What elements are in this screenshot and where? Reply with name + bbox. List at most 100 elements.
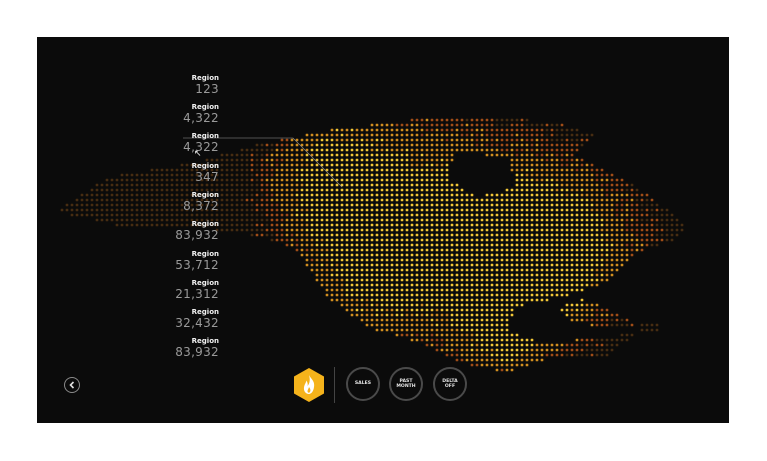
- map-dot: [510, 358, 514, 362]
- map-dot: [495, 123, 499, 127]
- map-dot: [345, 238, 349, 242]
- map-dot: [280, 223, 284, 227]
- map-dot: [135, 188, 139, 192]
- map-dot: [615, 198, 619, 202]
- region-item[interactable]: Region 83,932: [175, 337, 219, 358]
- map-dot: [425, 308, 429, 312]
- map-dot: [550, 163, 554, 167]
- map-dot: [555, 208, 559, 212]
- map-dot: [505, 203, 509, 207]
- map-dot: [530, 193, 534, 197]
- map-dot: [525, 143, 529, 147]
- map-dot: [580, 178, 584, 182]
- map-dot: [335, 233, 339, 237]
- fire-mode-button[interactable]: [293, 367, 325, 403]
- map-dot: [510, 313, 514, 317]
- map-dot: [445, 288, 449, 292]
- region-item[interactable]: Region 53,712: [175, 250, 219, 271]
- map-dot: [315, 143, 319, 147]
- map-dot: [390, 153, 394, 157]
- map-dot: [380, 258, 384, 262]
- map-dot: [545, 228, 549, 232]
- map-dot: [265, 213, 269, 217]
- map-dot: [395, 233, 399, 237]
- map-dot: [355, 253, 359, 257]
- sales-button[interactable]: SALES: [346, 367, 380, 401]
- map-dot: [150, 193, 154, 197]
- map-dot: [350, 218, 354, 222]
- map-dot: [125, 183, 129, 187]
- map-dot: [270, 203, 274, 207]
- map-dot: [560, 248, 564, 252]
- region-item[interactable]: Region 123: [192, 74, 219, 95]
- map-dot: [540, 228, 544, 232]
- map-dot: [555, 178, 559, 182]
- map-dot: [365, 308, 369, 312]
- delta-off-button[interactable]: DELTA OFF: [433, 367, 467, 401]
- map-dot: [605, 273, 609, 277]
- map-dot: [355, 148, 359, 152]
- past-month-button[interactable]: PAST MONTH: [389, 367, 423, 401]
- map-dot: [210, 183, 214, 187]
- map-dot: [535, 208, 539, 212]
- map-dot: [545, 243, 549, 247]
- map-dot: [485, 243, 489, 247]
- map-dot: [265, 188, 269, 192]
- map-dot: [455, 278, 459, 282]
- map-dot: [375, 298, 379, 302]
- map-dot: [345, 183, 349, 187]
- map-dot: [150, 188, 154, 192]
- map-dot: [320, 218, 324, 222]
- map-dot: [455, 198, 459, 202]
- map-dot: [130, 223, 134, 227]
- map-dot: [360, 143, 364, 147]
- map-dot: [430, 283, 434, 287]
- map-dot: [520, 353, 524, 357]
- map-dot: [520, 223, 524, 227]
- map-dot: [170, 178, 174, 182]
- map-dot: [595, 223, 599, 227]
- map-dot: [535, 218, 539, 222]
- map-dot: [245, 193, 249, 197]
- map-dot: [330, 138, 334, 142]
- map-dot: [520, 238, 524, 242]
- map-dot: [550, 273, 554, 277]
- map-dot: [220, 158, 224, 162]
- map-dot: [360, 308, 364, 312]
- back-button[interactable]: [64, 377, 80, 393]
- region-item[interactable]: Region 4,322: [183, 103, 219, 124]
- map-dot: [420, 138, 424, 142]
- map-dot: [395, 263, 399, 267]
- map-dot: [430, 318, 434, 322]
- map-dot: [385, 243, 389, 247]
- map-dot: [510, 363, 514, 367]
- map-dot: [225, 163, 229, 167]
- map-dot: [560, 228, 564, 232]
- map-dot: [390, 313, 394, 317]
- region-item[interactable]: Region 8,372: [183, 191, 219, 212]
- map-dot: [385, 258, 389, 262]
- map-dot: [350, 153, 354, 157]
- map-dot: [555, 348, 559, 352]
- map-dot: [510, 208, 514, 212]
- map-dot: [575, 173, 579, 177]
- map-dot: [95, 203, 99, 207]
- map-dot: [385, 213, 389, 217]
- map-dot: [485, 323, 489, 327]
- map-dot: [465, 198, 469, 202]
- region-item[interactable]: Region 347: [192, 162, 219, 183]
- map-dot: [485, 208, 489, 212]
- region-item[interactable]: Region 21,312: [175, 279, 219, 300]
- map-dot: [315, 198, 319, 202]
- map-dot: [345, 213, 349, 217]
- map-dot: [315, 213, 319, 217]
- region-item[interactable]: Region 83,932: [175, 220, 219, 241]
- region-item[interactable]: Region 32,432: [175, 308, 219, 329]
- chevron-left-icon: [69, 381, 75, 389]
- map-dot: [425, 278, 429, 282]
- map-dot: [415, 233, 419, 237]
- map-dot: [475, 328, 479, 332]
- map-dot: [220, 203, 224, 207]
- heat-map[interactable]: [37, 37, 729, 423]
- map-dot: [575, 228, 579, 232]
